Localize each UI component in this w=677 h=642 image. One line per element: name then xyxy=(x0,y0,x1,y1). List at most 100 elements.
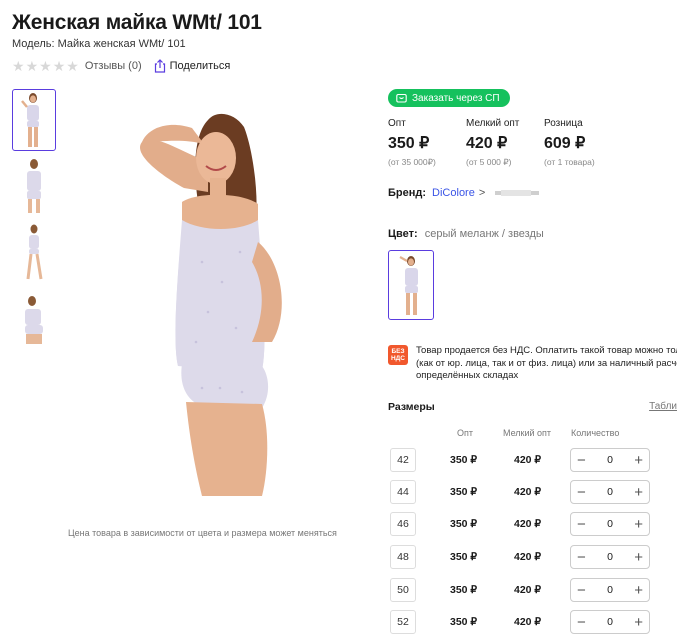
minus-button[interactable]: − xyxy=(577,615,586,630)
color-swatch-grey-stars[interactable] xyxy=(388,250,434,320)
price-tier-small-wholesale: Мелкий опт 420 ₽ (от 5 000 ₽) xyxy=(466,118,544,168)
size-price-wholesale: 350 ₽ xyxy=(450,486,478,498)
size-label: 52 xyxy=(390,610,416,634)
vat-notice-line: Товар продается без НДС. Оплатить такой … xyxy=(416,345,677,356)
share-icon xyxy=(154,59,165,73)
plus-button[interactable]: + xyxy=(634,517,643,532)
price-tier-wholesale: Опт 350 ₽ (от 35 000₽) xyxy=(388,118,466,168)
product-main-image[interactable] xyxy=(112,92,332,496)
column-header-small-wholesale: Мелкий опт xyxy=(503,428,552,438)
price-tier-min: (от 1 товара) xyxy=(544,157,595,167)
price-tier-label: Розница xyxy=(544,118,583,129)
vat-notice-line: определённых складах xyxy=(416,370,519,381)
star-icon: ★ xyxy=(39,58,52,74)
quantity-input[interactable]: 0 xyxy=(607,518,613,530)
quantity-input[interactable]: 0 xyxy=(607,486,613,498)
quantity-input[interactable]: 0 xyxy=(607,454,613,466)
vat-notice: БЕЗ НДС Товар продается без НДС. Оплатит… xyxy=(388,345,677,383)
price-tier-label: Мелкий опт xyxy=(466,118,520,129)
reviews-link[interactable]: Отзывы (0) xyxy=(85,60,142,72)
thumbnail-1[interactable] xyxy=(12,89,56,151)
order-joint-purchase-label: Заказать через СП xyxy=(412,92,500,104)
share-label: Поделиться xyxy=(169,60,231,72)
no-vat-badge-line: БЕЗ xyxy=(391,348,405,355)
brand-row: Бренд: DiColore > xyxy=(388,187,540,199)
model-name: Модель: Майка женская WMt/ 101 xyxy=(12,38,186,50)
size-price-small-wholesale: 420 ₽ xyxy=(514,486,542,498)
model-thumbnail-image xyxy=(27,159,41,213)
thumbnail-3[interactable] xyxy=(12,221,56,283)
minus-button[interactable]: − xyxy=(577,453,586,468)
brand-logo[interactable] xyxy=(495,188,540,198)
order-joint-purchase-button[interactable]: Заказать через СП xyxy=(388,89,510,107)
rating-stars[interactable]: ★ ★ ★ ★ ★ xyxy=(12,59,79,73)
model-thumbnail-image xyxy=(21,93,39,147)
size-row: 48 350 ₽ 420 ₽ − 0 + xyxy=(388,545,677,571)
column-header-quantity: Количество xyxy=(571,428,620,438)
size-table-link[interactable]: Табли xyxy=(649,401,677,412)
column-header-wholesale: Опт xyxy=(457,428,473,438)
size-price-wholesale: 350 ₽ xyxy=(450,616,478,628)
minus-button[interactable]: − xyxy=(577,517,586,532)
color-label: Цвет: xyxy=(388,228,418,240)
star-icon: ★ xyxy=(52,58,66,74)
page-title: Женская майка WMt/ 101 xyxy=(12,11,262,34)
model-thumbnail-image xyxy=(26,224,43,280)
color-value: серый меланж / звезды xyxy=(424,228,544,240)
price-tier-value: 609 ₽ xyxy=(544,135,586,152)
size-price-wholesale: 350 ₽ xyxy=(450,551,478,563)
quantity-input[interactable]: 0 xyxy=(607,551,613,563)
chevron-right-icon: > xyxy=(478,187,486,199)
size-price-small-wholesale: 420 ₽ xyxy=(514,584,542,596)
plus-button[interactable]: + xyxy=(634,453,643,468)
size-label: 42 xyxy=(390,448,416,472)
price-note: Цена товара в зависимости от цвета и раз… xyxy=(68,528,337,538)
size-row: 52 350 ₽ 420 ₽ − 0 + xyxy=(388,610,677,636)
color-row: Цвет: серый меланж / звезды xyxy=(388,228,544,240)
size-row: 50 350 ₽ 420 ₽ − 0 + xyxy=(388,578,677,604)
price-tier-retail: Розница 609 ₽ (от 1 товара) xyxy=(544,118,622,168)
thumbnail-4[interactable] xyxy=(12,287,56,349)
quantity-stepper: − 0 + xyxy=(570,512,650,536)
price-tier-min: (от 35 000₽) xyxy=(388,157,436,167)
quantity-input[interactable]: 0 xyxy=(607,584,613,596)
minus-button[interactable]: − xyxy=(577,550,586,565)
color-swatch-image xyxy=(399,256,418,315)
quantity-input[interactable]: 0 xyxy=(607,616,613,628)
price-tier-min: (от 5 000 ₽) xyxy=(466,157,512,167)
size-row: 44 350 ₽ 420 ₽ − 0 + xyxy=(388,480,677,506)
star-icon: ★ xyxy=(12,58,25,74)
quantity-stepper: − 0 + xyxy=(570,448,650,472)
size-label: 48 xyxy=(390,545,416,569)
size-price-small-wholesale: 420 ₽ xyxy=(514,518,542,530)
size-price-wholesale: 350 ₽ xyxy=(450,454,478,466)
size-label: 50 xyxy=(390,578,416,602)
size-label: 44 xyxy=(390,480,416,504)
brand-link[interactable]: DiColore xyxy=(432,187,475,199)
vat-notice-line: (как от юр. лица, так и от физ. лица) ил… xyxy=(416,357,677,369)
vat-notice-text: Товар продается без НДС. Оплатить такой … xyxy=(416,345,677,383)
price-tier-label: Опт xyxy=(388,118,406,129)
plus-button[interactable]: + xyxy=(634,485,643,500)
model-thumbnail-image xyxy=(25,296,43,344)
size-price-small-wholesale: 420 ₽ xyxy=(514,616,542,628)
no-vat-badge: БЕЗ НДС xyxy=(388,345,408,365)
brand-label: Бренд: xyxy=(388,187,427,199)
size-price-small-wholesale: 420 ₽ xyxy=(514,551,542,563)
minus-button[interactable]: − xyxy=(577,485,586,500)
quantity-stepper: − 0 + xyxy=(570,545,650,569)
plus-button[interactable]: + xyxy=(634,615,643,630)
star-icon: ★ xyxy=(66,58,79,74)
minus-button[interactable]: − xyxy=(577,583,586,598)
size-price-wholesale: 350 ₽ xyxy=(450,584,478,596)
size-row: 42 350 ₽ 420 ₽ − 0 + xyxy=(388,448,677,474)
share-button[interactable]: Поделиться xyxy=(154,59,231,73)
plus-button[interactable]: + xyxy=(634,583,643,598)
price-tier-value: 420 ₽ xyxy=(466,135,508,152)
thumbnail-list xyxy=(12,89,58,353)
sizes-header: Размеры Табли xyxy=(388,401,677,413)
plus-button[interactable]: + xyxy=(634,550,643,565)
thumbnail-2[interactable] xyxy=(12,155,56,217)
size-price-small-wholesale: 420 ₽ xyxy=(514,454,542,466)
star-icon: ★ xyxy=(25,58,39,74)
